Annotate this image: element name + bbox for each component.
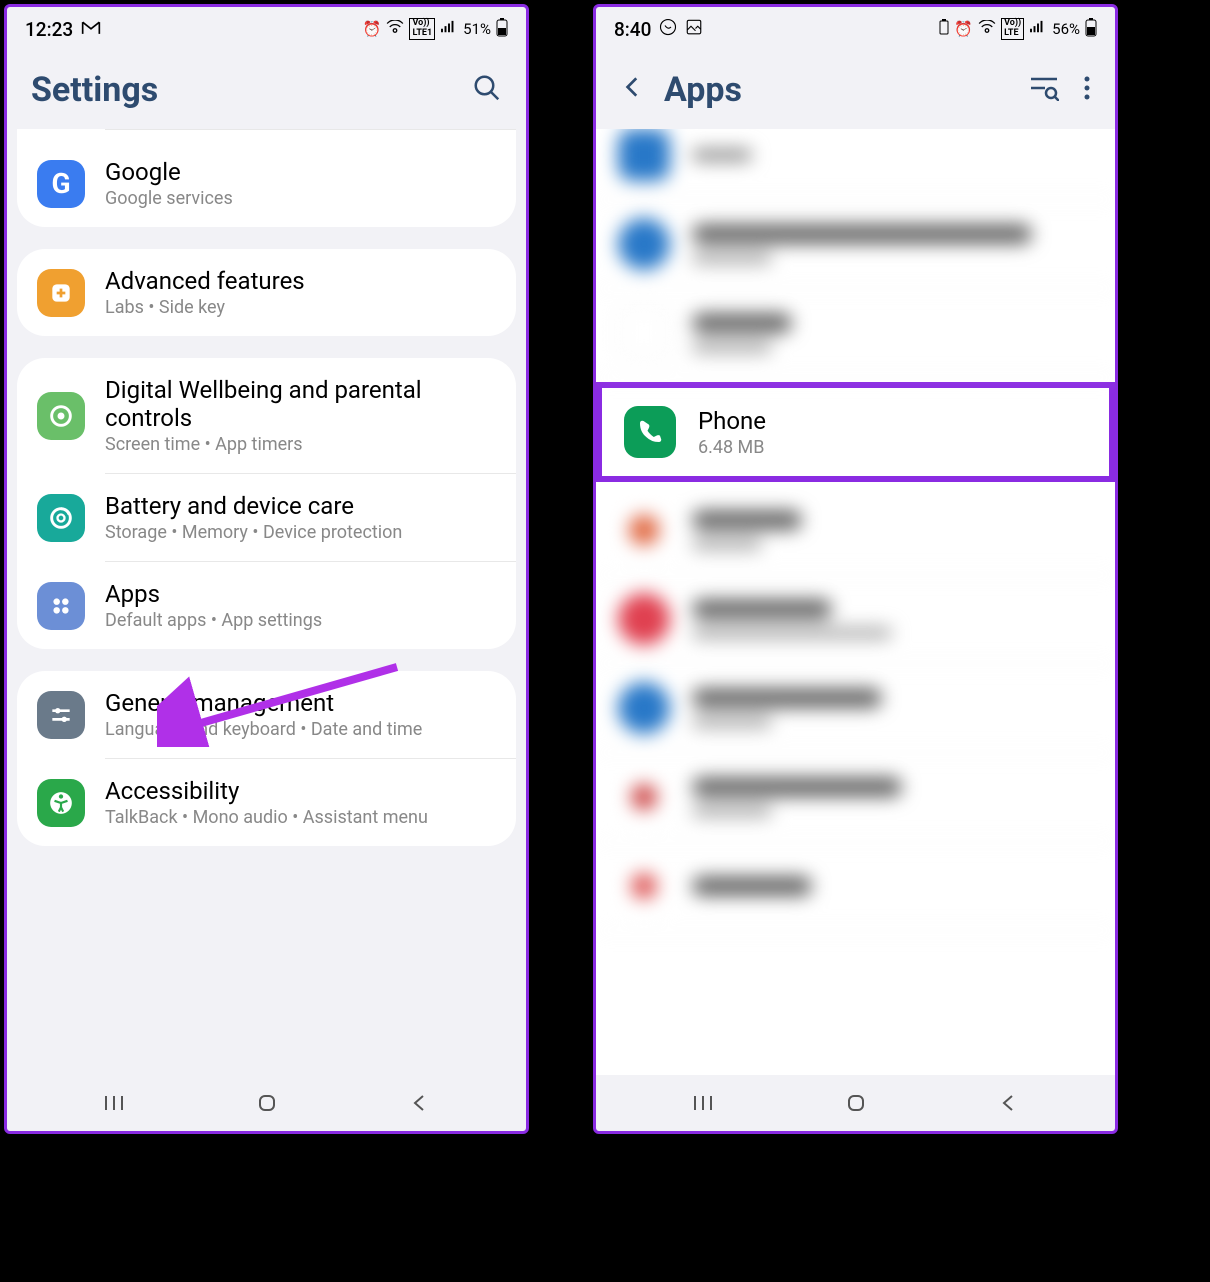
settings-card: G Google Google services — [17, 129, 516, 227]
settings-screen: 12:23 ⏰ Vo))LTE1 51% Settings — [4, 4, 529, 1134]
app-row[interactable] — [596, 129, 1115, 200]
page-title: Apps — [664, 70, 742, 110]
settings-item-wellbeing[interactable]: Digital Wellbeing and parental controls … — [17, 358, 516, 473]
status-time: 8:40 — [614, 18, 651, 41]
settings-item-apps[interactable]: Apps Default apps • App settings — [17, 562, 516, 649]
settings-card: General management Language and keyboard… — [17, 671, 516, 846]
accessibility-icon — [37, 779, 85, 827]
wifi-icon — [978, 20, 996, 38]
navigation-bar — [7, 1075, 526, 1131]
app-row[interactable] — [596, 486, 1115, 575]
volte-icon: Vo))LTE1 — [409, 18, 435, 40]
app-row-phone[interactable]: Phone 6.48 MB — [602, 388, 1109, 476]
apps-screen: 8:40 ⏰ Vo))LTE 56% — [593, 4, 1118, 1134]
setting-sub: Labs • Side key — [105, 297, 496, 318]
setting-title: Digital Wellbeing and parental controls — [105, 376, 496, 432]
setting-sub: Default apps • App settings — [105, 610, 496, 631]
volte-icon: Vo))LTE — [1001, 18, 1024, 40]
back-icon[interactable] — [620, 73, 646, 108]
setting-sub: TalkBack • Mono audio • Assistant menu — [105, 807, 496, 828]
settings-item-general[interactable]: General management Language and keyboard… — [17, 671, 516, 758]
settings-header: Settings — [7, 51, 526, 129]
gmail-icon — [81, 18, 101, 41]
settings-item-accessibility[interactable]: Accessibility TalkBack • Mono audio • As… — [17, 759, 516, 846]
battery-icon — [496, 17, 508, 41]
status-bar: 12:23 ⏰ Vo))LTE1 51% — [7, 7, 526, 51]
phone-app-icon — [624, 406, 676, 458]
status-bar: 8:40 ⏰ Vo))LTE 56% — [596, 7, 1115, 51]
setting-sub: Storage • Memory • Device protection — [105, 522, 496, 543]
alarm-icon: ⏰ — [363, 20, 382, 38]
setting-title: Battery and device care — [105, 492, 496, 520]
app-row[interactable] — [596, 289, 1115, 378]
battery-small-icon — [939, 19, 949, 39]
setting-sub: Language and keyboard • Date and time — [105, 719, 496, 740]
navigation-bar — [596, 1075, 1115, 1131]
settings-content: G Google Google services Advanced featur… — [7, 129, 526, 1075]
more-icon[interactable] — [1083, 75, 1091, 105]
app-row[interactable] — [596, 664, 1115, 753]
general-icon — [37, 691, 85, 739]
apps-icon — [37, 582, 85, 630]
setting-title: Google — [105, 158, 496, 186]
wifi-icon — [386, 20, 404, 38]
status-time: 12:23 — [25, 18, 73, 41]
battery-care-icon — [37, 494, 85, 542]
signal-icon — [440, 20, 458, 38]
app-size: 6.48 MB — [698, 437, 1087, 458]
nav-back[interactable] — [405, 1091, 435, 1115]
setting-title: General management — [105, 689, 496, 717]
nav-recents[interactable] — [688, 1091, 718, 1115]
setting-title: Accessibility — [105, 777, 496, 805]
phone-app-highlight: Phone 6.48 MB — [596, 382, 1115, 482]
battery-text: 51% — [463, 20, 491, 38]
settings-card: Digital Wellbeing and parental controls … — [17, 358, 516, 649]
wellbeing-icon — [37, 392, 85, 440]
search-icon[interactable] — [472, 73, 502, 107]
nav-home[interactable] — [252, 1091, 282, 1115]
setting-sub: Google services — [105, 188, 496, 209]
signal-icon — [1029, 20, 1047, 38]
battery-text: 56% — [1052, 20, 1080, 38]
google-icon: G — [37, 160, 85, 208]
app-row[interactable] — [596, 753, 1115, 842]
setting-title: Advanced features — [105, 267, 496, 295]
nav-recents[interactable] — [99, 1091, 129, 1115]
apps-list: Phone 6.48 MB — [596, 129, 1115, 1075]
settings-item-google[interactable]: G Google Google services — [17, 140, 516, 227]
app-name: Phone — [698, 407, 1087, 435]
nav-back[interactable] — [994, 1091, 1024, 1115]
app-row[interactable] — [596, 842, 1115, 931]
advanced-icon — [37, 269, 85, 317]
page-title: Settings — [31, 70, 158, 110]
filter-search-icon[interactable] — [1029, 75, 1059, 105]
settings-item-advanced[interactable]: Advanced features Labs • Side key — [17, 249, 516, 336]
battery-icon — [1085, 17, 1097, 41]
nav-home[interactable] — [841, 1091, 871, 1115]
gallery-icon — [685, 18, 703, 41]
apps-header: Apps — [596, 51, 1115, 129]
settings-item-battery[interactable]: Battery and device care Storage • Memory… — [17, 474, 516, 561]
settings-card: Advanced features Labs • Side key — [17, 249, 516, 336]
setting-sub: Screen time • App timers — [105, 434, 496, 455]
app-row[interactable] — [596, 575, 1115, 664]
alarm-icon: ⏰ — [954, 20, 973, 38]
app-row[interactable] — [596, 200, 1115, 289]
whatsapp-icon — [659, 18, 677, 41]
setting-title: Apps — [105, 580, 496, 608]
